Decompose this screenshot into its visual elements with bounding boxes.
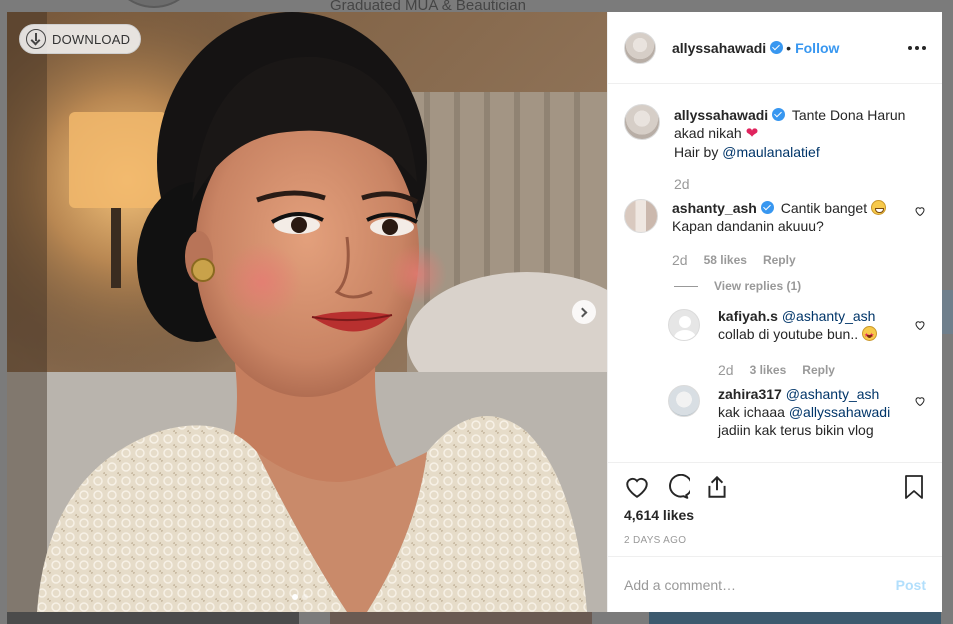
reply-text: kak ichaaa [718,404,789,420]
commenter-avatar[interactable] [624,199,658,233]
comment-text-line2: Kapan dandanin akuuu? [672,218,824,234]
post-date[interactable]: 2 DAYS AGO [624,535,926,556]
comment: ashanty_ash Cantik banget Kapan dandanin… [624,199,926,269]
reply-button[interactable]: Reply [802,361,835,379]
reply-text: collab di youtube bun.. [718,326,859,342]
author-avatar[interactable] [624,104,660,140]
reply-timestamp[interactable]: 2d [718,361,734,379]
replier-avatar[interactable] [668,385,700,417]
reply-mention-link[interactable]: @ashanty_ash [782,308,876,324]
caption-timestamp[interactable]: 2d [674,175,690,193]
carousel-dot [302,594,308,600]
post-comment-button[interactable]: Post [896,577,926,593]
like-reply-heart-icon[interactable] [914,395,926,407]
background-thumbnail[interactable] [649,612,941,624]
add-comment-input[interactable] [624,576,896,593]
likes-count[interactable]: 4,614 likes [624,507,926,523]
replies-list: kafiyah.s @ashanty_ash collab di youtube… [668,308,926,439]
comment-text: Cantik banget [780,200,868,216]
reply-text-line3: jadiin kak terus bikin vlog [718,422,874,438]
portrait-photo [7,12,607,612]
verified-badge-icon [760,201,774,214]
background-thumbnail[interactable] [330,612,592,624]
comment-likes[interactable]: 58 likes [704,251,747,269]
post-photo[interactable]: DOWNLOAD [7,12,607,612]
reply-mention-link[interactable]: @ashanty_ash [786,386,880,402]
reply: zahira317 @ashanty_ash kak ichaaa @allys… [668,385,926,439]
carousel-dots [292,594,308,600]
reply-likes[interactable]: 3 likes [750,361,787,379]
more-options-icon[interactable] [908,42,926,54]
post-modal: DOWNLOAD allyssahawadi • Follow allyssah… [7,12,942,612]
comment-bubble-icon[interactable] [664,474,690,500]
caption-username[interactable]: allyssahawadi [674,107,768,123]
reply-mention-link[interactable]: @allyssahawadi [789,404,890,420]
like-heart-icon[interactable] [624,474,650,500]
like-comment-heart-icon[interactable] [914,205,926,217]
view-replies-button[interactable]: View replies (1) [674,279,926,293]
replies-divider-line [674,285,698,287]
caption-text-line2: akad nikah [674,125,742,141]
separator-dot: • [786,39,792,56]
post-side-panel: allyssahawadi • Follow allyssahawadi Tan… [607,12,942,612]
reply-username[interactable]: zahira317 [718,386,782,402]
verified-badge-icon [770,41,784,54]
caption: allyssahawadi Tante Dona Harun akad nika… [624,104,926,193]
verified-badge-icon [772,108,786,121]
caption-mention-link[interactable]: @maulanalatief [722,144,820,160]
author-username[interactable]: allyssahawadi [672,40,766,56]
view-replies-label: View replies (1) [714,279,802,293]
caption-text-prefix: Hair by [674,144,723,160]
background-thumbnail[interactable] [7,612,299,624]
author-avatar[interactable] [624,31,656,64]
replier-avatar[interactable] [668,309,700,341]
red-heart-emoji: ❤ [745,125,759,142]
share-upload-icon[interactable] [704,474,730,500]
background-profile-avatar [108,0,200,8]
save-bookmark-icon[interactable] [902,474,926,500]
comment-username[interactable]: ashanty_ash [672,200,757,216]
carousel-next-button[interactable] [572,300,596,324]
like-reply-heart-icon[interactable] [914,319,926,331]
download-label: DOWNLOAD [52,31,131,47]
reply-username[interactable]: kafiyah.s [718,308,778,324]
download-button[interactable]: DOWNLOAD [19,24,142,54]
download-icon [26,29,46,49]
post-actions: 4,614 likes 2 DAYS AGO [608,463,942,556]
background-edge [942,290,953,334]
caption-text-line1: Tante Dona Harun [791,107,906,123]
comments-list[interactable]: allyssahawadi Tante Dona Harun akad nika… [608,84,942,463]
reply: kafiyah.s @ashanty_ash collab di youtube… [668,308,926,379]
grinning-emoji-icon [871,200,887,215]
comment-timestamp[interactable]: 2d [672,251,688,269]
reply-button[interactable]: Reply [763,251,796,269]
add-comment-bar: Post [608,556,942,612]
follow-button[interactable]: Follow [795,40,839,56]
star-struck-emoji-icon [862,326,877,345]
carousel-dot [292,594,298,600]
post-header: allyssahawadi • Follow [608,12,942,84]
chevron-right-icon [577,307,588,317]
